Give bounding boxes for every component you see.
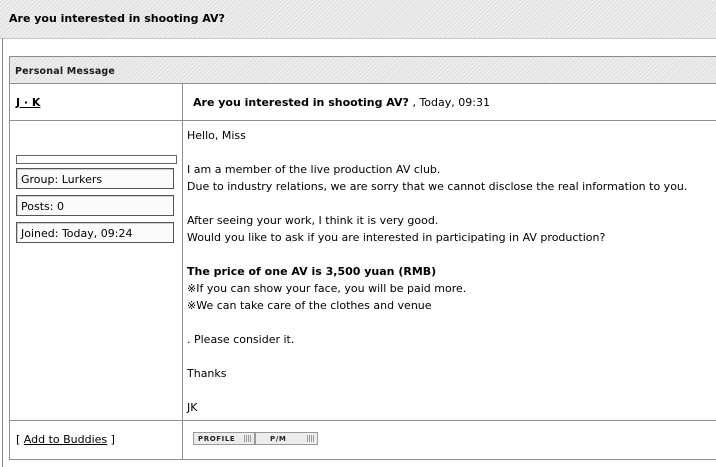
message-consider: . Please consider it. (187, 333, 295, 346)
message-body: Hello, Miss I am a member of the live pr… (187, 127, 712, 416)
column-divider (182, 84, 183, 460)
message-line: After seeing your work, I think it is ve… (187, 214, 439, 227)
message-icon (307, 435, 314, 442)
add-to-buddies-link[interactable]: Add to Buddies (24, 433, 107, 446)
member-posts: Posts: 0 (21, 200, 64, 213)
row-divider (10, 420, 716, 421)
message-price: The price of one AV is 3,500 yuan (RMB) (187, 265, 437, 278)
member-posts-box: Posts: 0 (16, 195, 174, 216)
message-line: Due to industry relations, we are sorry … (187, 180, 688, 193)
pm-button-label: P/M (270, 435, 287, 443)
pm-button[interactable]: P/M (255, 432, 318, 445)
message-subject: Are you interested in shooting AV? (193, 96, 409, 109)
member-rank-bar (16, 155, 177, 164)
profile-icon (244, 435, 251, 442)
message-signature: JK (187, 401, 198, 414)
message-line: Would you like to ask if you are interes… (187, 231, 606, 244)
member-joined-box: Joined: Today, 09:24 (16, 222, 174, 243)
message-date: , Today, 09:31 (408, 96, 490, 109)
personal-message-panel: Personal Message J · K Are you intereste… (9, 56, 716, 460)
panel-header: Personal Message (10, 57, 716, 84)
member-group-box: Group: Lurkers (16, 168, 174, 189)
topic-title: Are you interested in shooting AV? (9, 12, 225, 25)
message-line: I am a member of the live production AV … (187, 163, 441, 176)
message-thanks: Thanks (187, 367, 227, 380)
row-divider (10, 120, 716, 121)
panel-header-label: Personal Message (15, 66, 116, 77)
profile-button-label: PROFILE (198, 435, 236, 443)
message-note: ※We can take care of the clothes and ven… (187, 299, 432, 312)
member-group: Group: Lurkers (21, 173, 103, 186)
topic-title-bar: Are you interested in shooting AV? (0, 0, 716, 39)
add-to-buddies: [ Add to Buddies ] (16, 433, 115, 446)
message-greeting: Hello, Miss (187, 129, 246, 142)
profile-button[interactable]: PROFILE (193, 432, 255, 445)
message-note: ※If you can show your face, you will be … (187, 282, 467, 295)
author-name-link[interactable]: J · K (16, 96, 40, 109)
message-subject-line: Are you interested in shooting AV? , Tod… (193, 96, 490, 109)
left-border (2, 38, 3, 467)
member-joined: Joined: Today, 09:24 (21, 227, 133, 240)
